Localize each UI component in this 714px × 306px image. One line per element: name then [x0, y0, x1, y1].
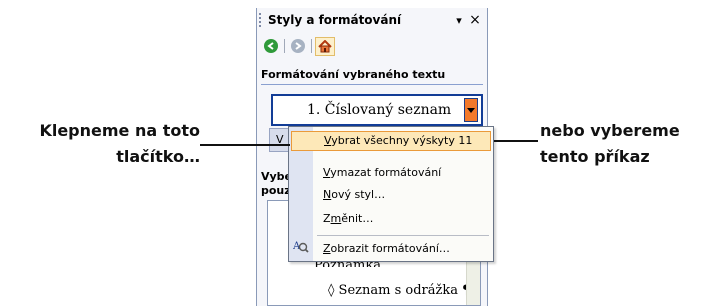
- menu-item-label-prefix: Z: [323, 212, 331, 225]
- callout-left-line1: Klepneme na toto: [39, 121, 200, 140]
- home-button[interactable]: [315, 36, 335, 56]
- pane-nav-bar: [261, 36, 335, 56]
- callout-right: nebo vybereme tento příkaz: [540, 118, 714, 170]
- menu-item-accelerator: m: [330, 212, 342, 225]
- style-options-menu: Vybrat všechny výskyty 11 Vymazat formát…: [288, 126, 494, 262]
- left-leader-line: [200, 144, 290, 146]
- menu-item-accelerator: Z: [323, 242, 331, 255]
- back-arrow-icon: [264, 39, 278, 53]
- nav-divider: [311, 39, 312, 53]
- reveal-formatting-icon: A: [293, 241, 309, 253]
- right-leader-line: [494, 140, 538, 142]
- nav-divider: [284, 39, 285, 53]
- menu-item-label: ybrat všechny výskyty 11: [331, 134, 473, 147]
- selected-style-box[interactable]: 1. Číslovaný seznam: [271, 94, 483, 126]
- list-item[interactable]: ◊ Seznam s odrážka ¶: [328, 283, 470, 298]
- menu-item-reveal-formatting[interactable]: Zobrazit formátování…: [313, 239, 491, 259]
- home-icon: [318, 39, 332, 52]
- back-button[interactable]: [261, 37, 281, 56]
- menu-item-label: ěnit…: [341, 212, 374, 225]
- menu-item-label: ymazat formátování: [330, 166, 442, 179]
- callout-left-line2: tlačítko…: [116, 147, 200, 166]
- callout-right-line1: nebo vybereme: [540, 121, 680, 140]
- menu-item-modify[interactable]: Změnit…: [313, 209, 491, 229]
- forward-button[interactable]: [288, 37, 308, 56]
- forward-arrow-icon: [291, 39, 305, 53]
- pane-header: Styly a formátování ▾ ×: [257, 8, 487, 32]
- pane-title: Styly a formátování: [268, 13, 402, 27]
- grip-handle[interactable]: [259, 13, 265, 27]
- menu-divider: [317, 235, 489, 236]
- menu-item-clear-formatting[interactable]: Vymazat formátování: [313, 163, 491, 183]
- menu-item-new-style[interactable]: Nový styl…: [313, 185, 491, 205]
- chevron-down-icon: [467, 107, 475, 113]
- menu-item-label: ový styl…: [331, 188, 386, 201]
- pane-menu-button[interactable]: ▾: [451, 14, 467, 27]
- menu-item-label: obrazit formátování…: [330, 242, 450, 255]
- selected-text-formatting-label: Formátování vybraného textu: [261, 68, 483, 85]
- callout-left: Klepneme na toto tlačítko…: [30, 118, 200, 170]
- callout-right-line2: tento příkaz: [540, 147, 650, 166]
- close-icon[interactable]: ×: [467, 12, 483, 28]
- menu-item-select-all-instances[interactable]: Vybrat všechny výskyty 11: [291, 131, 491, 151]
- selected-style-name: 1. Číslovaný seznam: [307, 102, 452, 118]
- style-dropdown-button[interactable]: [464, 98, 478, 122]
- menu-item-accelerator: N: [323, 188, 332, 201]
